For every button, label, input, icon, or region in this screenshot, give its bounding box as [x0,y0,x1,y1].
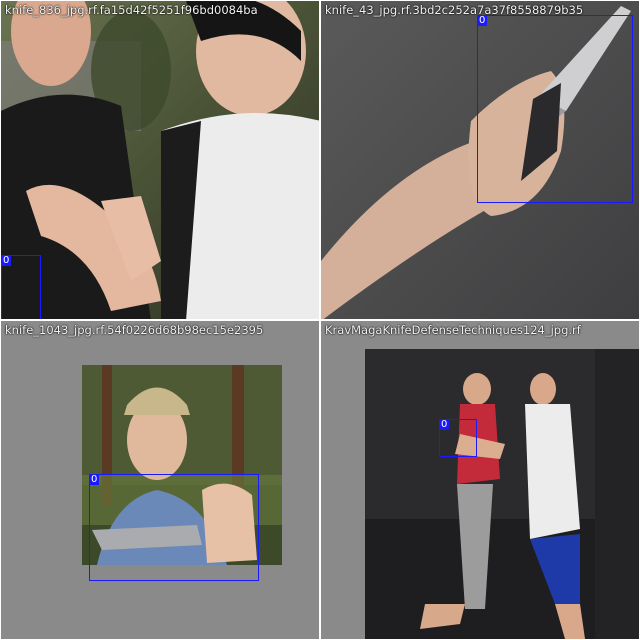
detection-box: 0 [477,15,633,203]
tile-filename: KravMagaKnifeDefenseTechniques124_jpg.rf [325,323,581,337]
tile-filename: knife_43_jpg.rf.3bd2c252a7a37f8558879b35 [325,3,584,17]
detection-box: 0 [1,255,41,319]
photo-krav-maga-defense [321,321,639,639]
detection-box: 0 [439,419,477,457]
detection-class-label: 0 [1,255,12,266]
detection-class-label: 0 [89,474,100,485]
tile-krav-maga: 0 KravMagaKnifeDefenseTechniques124_jpg.… [320,320,640,640]
tile-knife-43: 0 knife_43_jpg.rf.3bd2c252a7a37f8558879b… [320,0,640,320]
tile-knife-1043: 0 knife_1043_jpg.rf.54f0226d68b98ec15e23… [0,320,320,640]
tile-knife-836: 0 knife_836_jpg.rf.fa15d42f5251f96bd0084… [0,0,320,320]
photo-two-men-talking [1,1,319,319]
image-mosaic: 0 knife_836_jpg.rf.fa15d42f5251f96bd0084… [0,0,640,640]
tile-filename: knife_836_jpg.rf.fa15d42f5251f96bd0084ba [5,3,258,17]
detection-class-label: 0 [439,419,450,430]
tile-filename: knife_1043_jpg.rf.54f0226d68b98ec15e2395 [5,323,264,337]
detection-box: 0 [89,474,259,581]
